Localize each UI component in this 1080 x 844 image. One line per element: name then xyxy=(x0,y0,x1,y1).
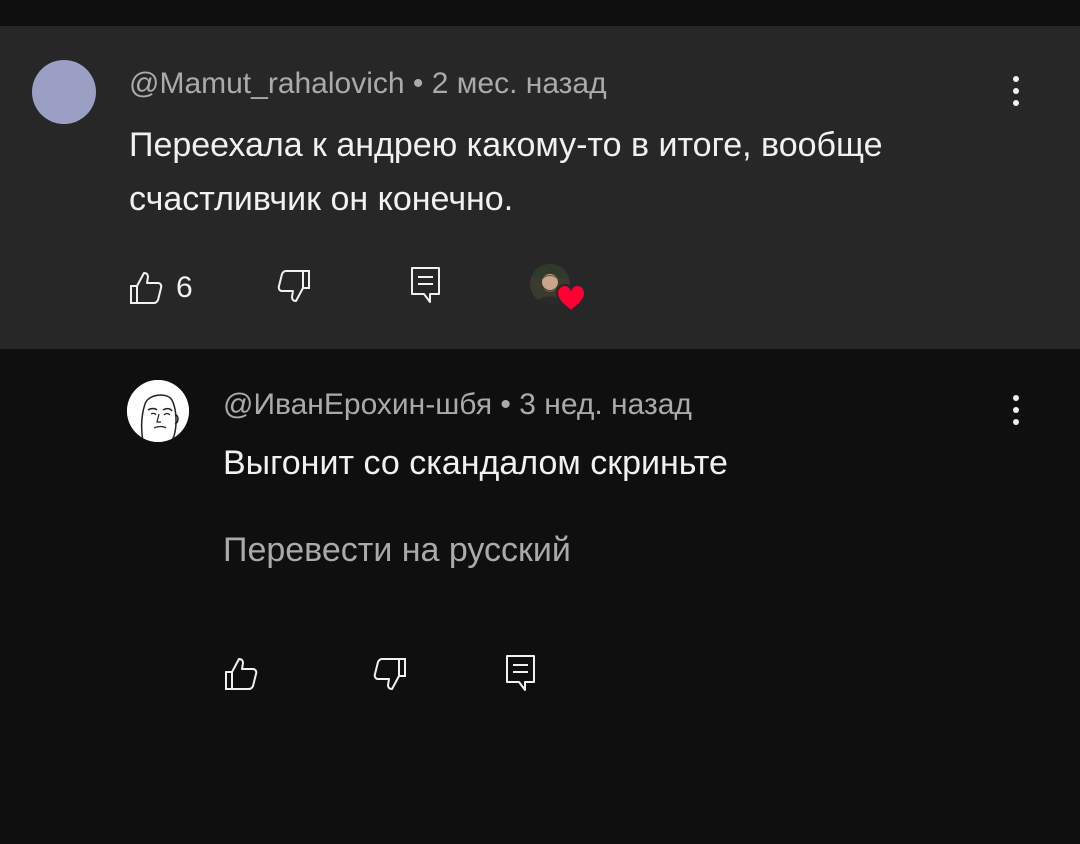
meta-separator: • xyxy=(492,388,520,421)
reply-icon xyxy=(506,655,535,691)
dislike-icon xyxy=(373,658,406,690)
reply-avatar[interactable] xyxy=(127,380,189,442)
dislike-icon xyxy=(277,270,310,302)
reply-reply-button[interactable] xyxy=(505,654,537,692)
reply-dislike-button[interactable] xyxy=(372,656,408,692)
reply-button[interactable] xyxy=(410,266,442,304)
reply-icon xyxy=(411,267,440,303)
comment-meta: @Mamut_rahalovich • 2 мес. назад xyxy=(129,64,607,104)
more-options-icon[interactable] xyxy=(1011,391,1021,431)
avatar[interactable] xyxy=(32,60,96,124)
top-strip xyxy=(0,0,1080,26)
reply-like-button[interactable] xyxy=(223,656,259,692)
creator-heart-badge xyxy=(530,264,588,316)
dislike-button[interactable] xyxy=(276,268,312,304)
heart-icon xyxy=(555,283,587,313)
reply-text: Выгонит со скандалом скриньте xyxy=(223,444,728,482)
reply-meta: @ИванЕрохин-шбя • 3 нед. назад xyxy=(223,385,692,425)
reply-author[interactable]: @ИванЕрохин-шбя xyxy=(223,388,492,421)
comment-author[interactable]: @Mamut_rahalovich xyxy=(129,67,405,100)
comment-text: Переехала к андрею какому-то в итоге, во… xyxy=(129,126,883,218)
like-count: 6 xyxy=(176,271,193,304)
like-icon xyxy=(130,272,163,304)
translate-link[interactable]: Перевести на русский xyxy=(223,527,571,573)
meta-separator: • xyxy=(404,67,432,100)
reply-time[interactable]: 3 нед. назад xyxy=(519,388,692,421)
like-button[interactable]: 6 xyxy=(128,270,193,306)
comment-time[interactable]: 2 мес. назад xyxy=(432,67,607,100)
like-icon xyxy=(225,658,258,690)
more-options-icon[interactable] xyxy=(1011,72,1021,112)
